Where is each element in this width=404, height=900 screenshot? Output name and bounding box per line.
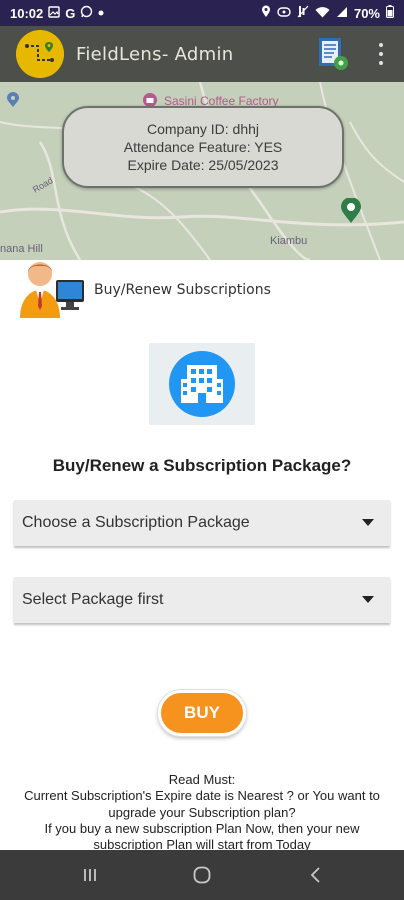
home-icon <box>193 866 211 884</box>
status-bar: 10:02 G 70% <box>0 0 404 26</box>
notes-heading: Read Must: <box>168 772 236 787</box>
app-logo <box>16 30 64 78</box>
home-button[interactable] <box>172 850 232 900</box>
admin-computer-icon <box>16 260 86 320</box>
google-icon: G <box>65 5 76 21</box>
expire-date-line: Expire Date: 25/05/2023 <box>127 157 279 174</box>
subscription-question: Buy/Renew a Subscription Package? <box>52 456 352 475</box>
sheet-header: Buy/Renew Subscriptions <box>16 260 271 320</box>
wifi-icon <box>315 6 330 21</box>
notes-info: If you buy a new subscription Plan Now, … <box>44 820 360 852</box>
building-icon <box>169 351 235 417</box>
building-card <box>149 343 255 425</box>
attendance-feature-line: Attendance Feature: YES <box>123 138 283 155</box>
back-button[interactable] <box>286 850 346 900</box>
notes-question: Current Subscription's Expire date is Ne… <box>24 788 380 820</box>
company-info-bubble: Company ID: dhhj Attendance Feature: YES… <box>62 106 344 188</box>
buy-button[interactable]: BUY <box>158 690 246 736</box>
package-dropdown-value: Choose a Subscription Package <box>22 514 250 531</box>
recents-button[interactable] <box>60 850 120 900</box>
sheet-title: Buy/Renew Subscriptions <box>94 282 271 298</box>
plan-dropdown-value: Select Package first <box>22 591 164 608</box>
recents-icon <box>84 869 96 881</box>
link-icon <box>277 6 291 21</box>
signal-icon <box>336 6 348 21</box>
map-pin-icon <box>6 92 20 111</box>
app-title: FieldLens- Admin <box>76 43 234 65</box>
dropdown-arrow-icon <box>362 519 374 526</box>
package-dropdown[interactable]: Choose a Subscription Package <box>14 500 390 546</box>
battery-icon <box>386 5 394 21</box>
document-settings-icon[interactable] <box>316 36 350 72</box>
status-time: 10:02 <box>10 5 44 21</box>
map-view[interactable]: Sasini Coffee Factory Road nana Hill Kia… <box>0 82 404 260</box>
back-icon <box>310 867 320 883</box>
map-marker-icon <box>340 197 362 227</box>
location-icon <box>261 5 271 21</box>
dot-icon <box>98 8 104 19</box>
whatsapp-icon <box>80 5 93 21</box>
subscription-sheet: Buy/Renew Subscriptions Buy/Renew a Subs… <box>0 260 404 853</box>
mute-icon <box>297 5 309 21</box>
map-place-left: nana Hill <box>0 243 43 255</box>
app-bar: FieldLens- Admin <box>0 26 404 82</box>
map-place-right: Kiambu <box>270 235 308 247</box>
overflow-menu-icon[interactable] <box>374 40 388 68</box>
dropdown-arrow-icon <box>362 596 374 603</box>
company-id-line: Company ID: dhhj <box>146 120 260 137</box>
system-nav-bar <box>0 850 404 900</box>
subscription-notes: Read Must: Current Subscription's Expire… <box>20 772 384 853</box>
battery-level: 70% <box>353 5 380 21</box>
plan-dropdown[interactable]: Select Package first <box>14 577 390 623</box>
gallery-icon <box>48 5 60 21</box>
